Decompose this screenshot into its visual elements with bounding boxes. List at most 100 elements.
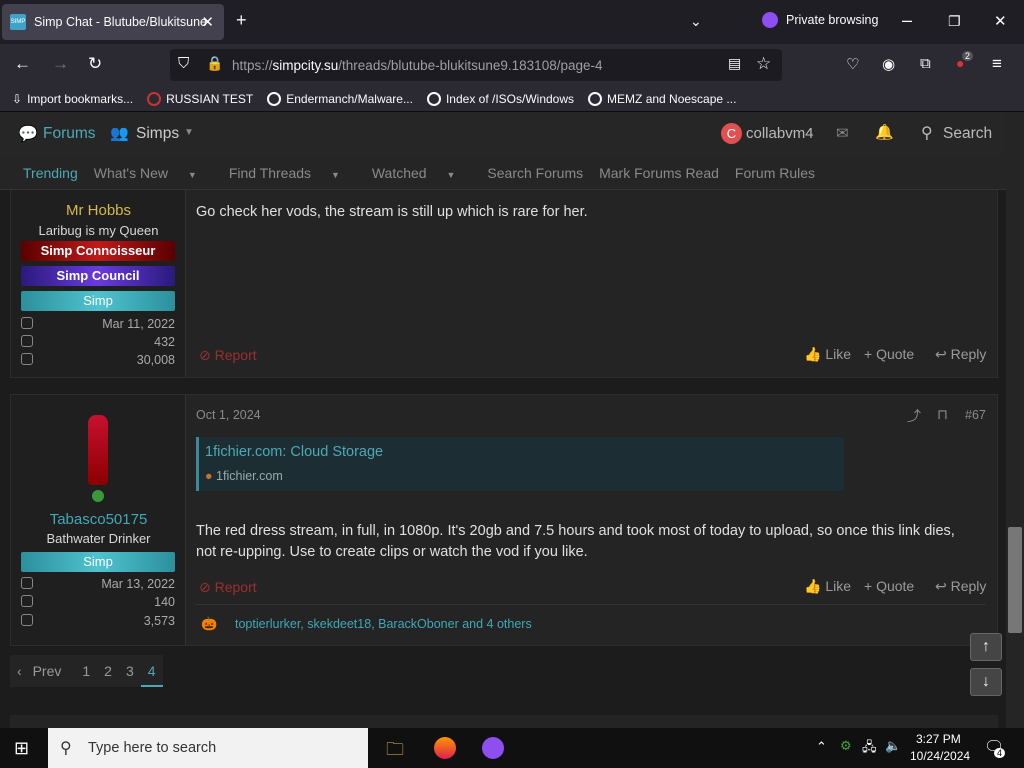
site-icon — [147, 91, 162, 106]
google-icon — [426, 91, 441, 106]
avatar[interactable] — [88, 415, 108, 485]
pocket-icon[interactable]: ♡ — [846, 55, 859, 73]
like-button[interactable]: 👍 Like — [804, 578, 851, 595]
url-host: simpcity.su — [272, 57, 339, 73]
share-icon[interactable]: ⤴ — [907, 406, 921, 426]
subnav-search-forums[interactable]: Search Forums — [487, 165, 583, 181]
clock-time[interactable]: 3:27 PM — [916, 732, 961, 746]
minimize-icon[interactable]: – — [902, 10, 912, 31]
link-title[interactable]: 1fichier.com: Cloud Storage — [205, 444, 383, 460]
user-icon — [21, 317, 33, 329]
comment-icon — [21, 335, 33, 347]
url-bar[interactable]: ⛉ 🔒 https:// simpcity.su /threads/blutub… — [170, 49, 782, 81]
window-close-icon[interactable]: ✕ — [994, 12, 1007, 30]
back-icon[interactable]: ← — [14, 54, 31, 74]
post: Mr Hobbs Laribug is my Queen Simp Connoi… — [10, 190, 998, 378]
forward-icon[interactable]: → — [52, 54, 69, 74]
account-name[interactable]: collabvm4 — [746, 125, 814, 142]
reactions-list[interactable]: toptierlurker, skekdeet18, BarackOboner … — [235, 617, 532, 631]
reply-button[interactable]: ↩ Reply — [935, 346, 986, 363]
scroll-top-button[interactable]: ↑ — [970, 633, 1002, 661]
nav-simps[interactable]: Simps — [136, 125, 179, 143]
scroll-bottom-button[interactable]: ↓ — [970, 668, 1002, 696]
subnav-find-threads[interactable]: Find Threads ▼ — [229, 165, 356, 181]
chevron-down-icon: ▼ — [184, 127, 194, 138]
windows-start-icon[interactable]: ⊞ — [14, 738, 29, 759]
thumbs-up-icon — [21, 614, 33, 626]
username[interactable]: Tabasco50175 — [11, 511, 186, 528]
extensions-icon[interactable]: ⧉ — [920, 55, 931, 72]
bell-icon[interactable]: 🔔 — [875, 123, 894, 141]
bookmark-icon[interactable]: ⊓ — [937, 406, 948, 423]
inbox-icon[interactable]: ✉ — [836, 124, 849, 142]
bookmark-memz[interactable]: MEMZ and Noescape ... — [588, 91, 736, 106]
reactions-stat: 3,573 — [21, 614, 175, 628]
thread-content: Mr Hobbs Laribug is my Queen Simp Connoi… — [0, 190, 1006, 728]
like-button[interactable]: 👍 Like — [804, 346, 851, 363]
reader-view-icon[interactable]: ▤ — [728, 55, 741, 72]
search-placeholder: Type here to search — [88, 740, 217, 756]
quote-button[interactable]: + Quote — [864, 346, 914, 362]
tracking-shield-icon[interactable]: ⛉ — [178, 55, 189, 72]
report-link[interactable]: ⊘ Report — [199, 579, 257, 596]
avatar[interactable]: C — [721, 123, 742, 144]
page-3[interactable]: 3 — [119, 655, 141, 687]
tray-app-icon[interactable]: ⚙ — [840, 738, 852, 754]
reload-icon[interactable]: ↻ — [88, 54, 102, 74]
nav-forums[interactable]: Forums — [43, 125, 96, 143]
post-date[interactable]: Oct 1, 2024 — [196, 408, 261, 422]
page-1[interactable]: 1 — [75, 655, 97, 687]
firefox-icon[interactable] — [434, 737, 456, 759]
post: Tabasco50175 Bathwater Drinker Simp Mar … — [10, 394, 998, 646]
bookmark-endermanch[interactable]: Endermanch/Malware... — [267, 91, 413, 106]
divider — [196, 604, 986, 605]
menu-icon[interactable]: ≡ — [992, 54, 1002, 74]
network-icon[interactable]: 🖧 — [862, 738, 877, 760]
subnav-mark-read[interactable]: Mark Forums Read — [599, 165, 719, 181]
page-2[interactable]: 2 — [97, 655, 119, 687]
search-icon[interactable]: ⚲ — [921, 123, 933, 143]
import-icon: ⇩ — [12, 91, 23, 106]
next-post-partial — [10, 715, 998, 728]
browser-tab[interactable]: SIMP Simp Chat - Blutube/Blukitsune ✕ — [2, 4, 224, 40]
bookmark-star-icon[interactable]: ☆ — [756, 54, 771, 74]
report-link[interactable]: ⊘ Report — [199, 347, 257, 364]
reply-button[interactable]: ↩ Reply — [935, 578, 986, 595]
prev-button[interactable]: ‹ Prev — [10, 655, 75, 687]
bookmark-isos[interactable]: Index of /ISOs/Windows — [426, 91, 574, 106]
post-number[interactable]: #67 — [965, 408, 986, 422]
messages-stat: 140 — [21, 595, 175, 609]
tab-list-chevron-icon[interactable]: ⌄ — [690, 13, 702, 30]
subnav-forum-rules[interactable]: Forum Rules — [735, 165, 815, 181]
subnav-watched[interactable]: Watched ▼ — [372, 165, 472, 181]
bookmark-russian-test[interactable]: RUSSIAN TEST — [147, 91, 253, 106]
firefox-private-icon[interactable] — [482, 737, 504, 759]
comment-icon — [21, 595, 33, 607]
tray-chevron-icon[interactable]: ⌃ — [816, 739, 827, 755]
scrollbar-thumb[interactable] — [1008, 527, 1022, 633]
online-status-icon — [92, 490, 104, 502]
tab-bar: SIMP Simp Chat - Blutube/Blukitsune ✕ + … — [0, 0, 1024, 44]
volume-icon[interactable]: 🔈 — [885, 738, 901, 754]
page-scrollbar[interactable] — [1006, 112, 1024, 728]
close-tab-icon[interactable]: ✕ — [201, 13, 214, 31]
quote-button[interactable]: + Quote — [864, 578, 914, 594]
search-button[interactable]: Search — [943, 125, 992, 143]
lock-icon[interactable]: 🔒 — [206, 55, 223, 72]
subnav-whats-new[interactable]: What's New ▼ — [94, 165, 213, 181]
subnav-trending[interactable]: Trending — [23, 165, 78, 181]
user-icon — [21, 577, 33, 589]
clock-date[interactable]: 10/24/2024 — [910, 749, 970, 763]
file-explorer-icon[interactable]: 🗀 — [386, 737, 404, 767]
username[interactable]: Mr Hobbs — [11, 202, 186, 219]
private-label: Private browsing — [786, 13, 879, 27]
page-4-current[interactable]: 4 — [140, 655, 163, 687]
link-preview[interactable]: 1fichier.com: Cloud Storage ● 1fichier.c… — [196, 437, 844, 491]
taskbar-search[interactable]: ⚲ Type here to search — [48, 728, 368, 768]
post-message: Go check her vods, the stream is still u… — [196, 204, 588, 220]
new-tab-icon[interactable]: + — [236, 10, 247, 31]
account-icon[interactable]: ◉ — [882, 55, 895, 73]
bookmark-import[interactable]: ⇩ Import bookmarks... — [12, 92, 133, 106]
bookmarks-toolbar: ⇩ Import bookmarks... RUSSIAN TEST Enderm… — [0, 86, 1024, 112]
restore-icon[interactable]: ❐ — [948, 13, 961, 30]
